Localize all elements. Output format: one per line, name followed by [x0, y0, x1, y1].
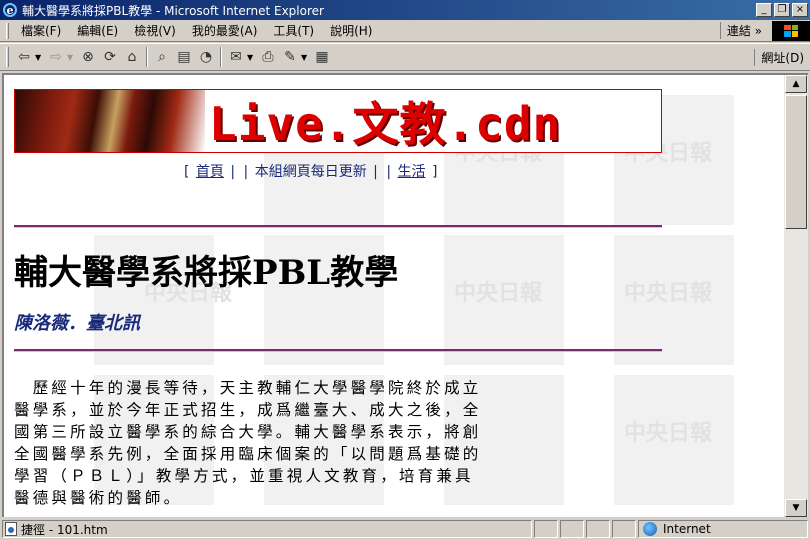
nav-link-life[interactable]: 生活: [398, 164, 426, 180]
status-text-area: 捷徑 - 101.htm: [2, 520, 532, 538]
forward-icon[interactable]: ⇨: [45, 46, 67, 68]
links-label: 連結: [726, 24, 751, 38]
article-line: 歷經十年的漫長等待，天主教輔仁大學醫學院終於成立: [14, 379, 482, 397]
minimize-button[interactable]: _: [756, 3, 772, 17]
site-banner: Live.文教.cdn: [14, 89, 662, 153]
divider: [14, 349, 662, 352]
ie-icon: e: [3, 3, 17, 17]
history-icon[interactable]: ◔: [195, 46, 217, 68]
books-image: [15, 90, 205, 152]
menu-favorites[interactable]: 我的最愛(A): [184, 22, 266, 39]
home-icon[interactable]: ⌂: [121, 46, 143, 68]
print-icon[interactable]: ⎙: [257, 46, 279, 68]
forward-dropdown-icon[interactable]: ▼: [67, 53, 77, 62]
divider: [14, 225, 662, 228]
links-button[interactable]: 連結 »: [719, 22, 768, 39]
article-line: 學習（ＰＢＬ）」教學方式，並重視人文教育，培育兼具: [14, 467, 474, 485]
refresh-icon[interactable]: ⟳: [99, 46, 121, 68]
status-bar: 捷徑 - 101.htm Internet: [0, 518, 810, 540]
zone-label: Internet: [663, 522, 711, 536]
nav-link-daily-update[interactable]: 本組網頁每日更新: [255, 164, 367, 180]
article-headline: 輔大醫學系將採PBL教學: [14, 253, 399, 293]
article-line: 國第三所設立醫學系的綜合大學。輔大醫學系表示，將創: [14, 423, 482, 441]
edit-icon[interactable]: ✎: [279, 46, 301, 68]
search-icon[interactable]: ⌕: [151, 46, 173, 68]
article-byline: 陳洛薇．臺北訊: [14, 313, 140, 334]
links-chevron-icon: »: [754, 24, 762, 38]
close-button[interactable]: ×: [792, 3, 808, 17]
mail-dropdown-icon[interactable]: ▼: [247, 53, 257, 62]
menubar-grip[interactable]: [6, 22, 9, 39]
banner-logo-text: Live.文教.cdn: [209, 97, 562, 151]
window-title: 輔大醫學系將採PBL教學 - Microsoft Internet Explor…: [22, 3, 324, 18]
menu-bar: 檔案(F) 編輯(E) 檢視(V) 我的最愛(A) 工具(T) 說明(H) 連結…: [0, 20, 810, 42]
windows-logo: [772, 20, 810, 41]
article-line: 醫學系，並於今年正式招生，成爲繼臺大、成大之後，全: [14, 401, 482, 419]
watermark-text: 中央日報: [624, 280, 713, 306]
scroll-thumb[interactable]: [785, 95, 807, 229]
restore-button[interactable]: ❐: [774, 3, 790, 17]
menu-view[interactable]: 檢視(V): [126, 22, 184, 39]
nav-links: [ 首頁 | | 本組網頁每日更新 | | 生活 ]: [184, 164, 438, 180]
back-dropdown-icon[interactable]: ▼: [35, 53, 45, 62]
watermark-text: 中央日報: [454, 280, 543, 306]
vertical-scrollbar[interactable]: ▲ ▼: [784, 73, 808, 517]
mail-icon[interactable]: ✉: [225, 46, 247, 68]
favorites-icon[interactable]: ▤: [173, 46, 195, 68]
nav-link-home[interactable]: 首頁: [196, 164, 224, 180]
back-icon[interactable]: ⇦: [13, 46, 35, 68]
status-text: 捷徑 - 101.htm: [21, 522, 108, 537]
windows-flag-icon: [784, 24, 798, 37]
toolbar-grip[interactable]: [6, 47, 9, 67]
standard-toolbar: ⇦ ▼ ⇨ ▼ ⊗ ⟳ ⌂ ⌕ ▤ ◔ ✉ ▼ ⎙ ✎ ▼ ▦ 網址(D): [0, 43, 810, 71]
stop-icon[interactable]: ⊗: [77, 46, 99, 68]
article-line: 全國醫學系先例，全面採用臨床個案的「以問題爲基礎的: [14, 445, 482, 463]
discuss-icon[interactable]: ▦: [311, 46, 333, 68]
menu-tools[interactable]: 工具(T): [265, 22, 322, 39]
page-icon: [5, 522, 17, 536]
menu-edit[interactable]: 編輯(E): [69, 22, 126, 39]
article-line: 醫德與醫術的醫師。: [14, 489, 183, 507]
article-body: 歷經十年的漫長等待，天主教輔仁大學醫學院終於成立 醫學系，並於今年正式招生，成爲…: [14, 377, 644, 509]
menu-file[interactable]: 檔案(F): [13, 22, 69, 39]
scroll-up-icon[interactable]: ▲: [785, 75, 807, 93]
title-bar[interactable]: e 輔大醫學系將採PBL教學 - Microsoft Internet Expl…: [0, 0, 810, 20]
globe-icon: [643, 522, 657, 536]
svg-text:e: e: [7, 4, 14, 17]
security-zone: Internet: [638, 520, 808, 538]
scroll-down-icon[interactable]: ▼: [785, 499, 807, 517]
edit-dropdown-icon[interactable]: ▼: [301, 53, 311, 62]
address-label[interactable]: 網址(D): [754, 48, 810, 66]
menu-help[interactable]: 說明(H): [322, 22, 380, 39]
page-viewport[interactable]: 中央日報 中央日報 中央日報 中央日報 中央日報 中央日報 Live.文教.cd…: [2, 73, 784, 517]
